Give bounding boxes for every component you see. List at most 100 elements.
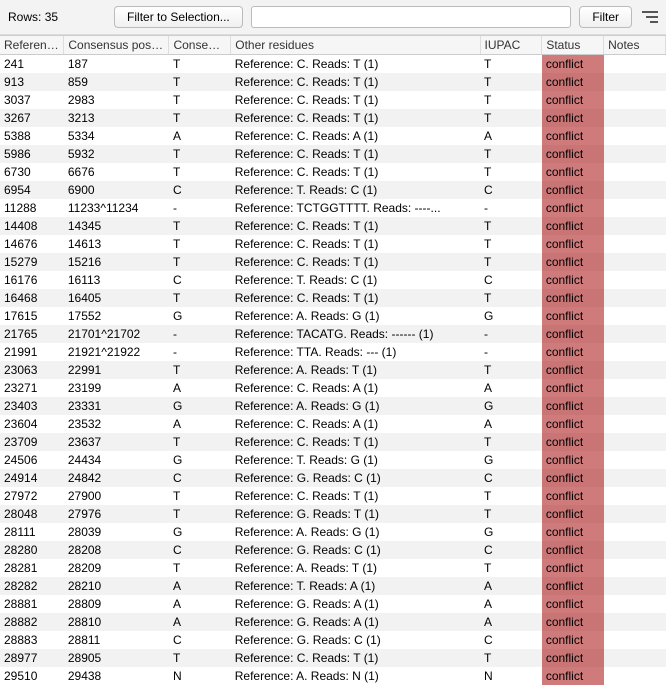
col-other-residues[interactable]: Other residues <box>231 36 480 55</box>
cell-consensus: T <box>169 289 231 307</box>
cell-iupac: C <box>480 541 542 559</box>
table-row[interactable]: 2306322991TReference: A. Reads: T (1)Tco… <box>0 361 666 379</box>
table-row[interactable]: 2360423532AReference: C. Reads: A (1)Aco… <box>0 415 666 433</box>
cell-other-residues: Reference: C. Reads: T (1) <box>231 109 480 127</box>
cell-reference: 3037 <box>0 91 64 109</box>
table-row[interactable]: 1440814345TReference: C. Reads: T (1)Tco… <box>0 217 666 235</box>
table-row[interactable]: 67306676TReference: C. Reads: T (1)Tconf… <box>0 163 666 181</box>
cell-reference: 28111 <box>0 523 64 541</box>
cell-consensus-position: 6676 <box>64 163 169 181</box>
table-row[interactable]: 2897728905TReference: C. Reads: T (1)Tco… <box>0 649 666 667</box>
cell-notes <box>604 181 666 199</box>
cell-reference: 27972 <box>0 487 64 505</box>
cell-consensus: N <box>169 667 231 685</box>
cell-other-residues: Reference: T. Reads: G (1) <box>231 451 480 469</box>
cell-status: conflict <box>542 469 604 487</box>
cell-other-residues: Reference: C. Reads: T (1) <box>231 253 480 271</box>
cell-iupac: T <box>480 253 542 271</box>
cell-consensus: A <box>169 595 231 613</box>
cell-iupac: A <box>480 577 542 595</box>
table-row[interactable]: 2888128809AReference: G. Reads: A (1)Aco… <box>0 595 666 613</box>
table-row[interactable]: 2370923637TReference: C. Reads: T (1)Tco… <box>0 433 666 451</box>
table-row[interactable]: 1467614613TReference: C. Reads: T (1)Tco… <box>0 235 666 253</box>
col-consensus-position[interactable]: Consensus positi... <box>64 36 169 55</box>
table-row[interactable]: 32673213TReference: C. Reads: T (1)Tconf… <box>0 109 666 127</box>
table-row[interactable]: 2828028208CReference: G. Reads: C (1)Cco… <box>0 541 666 559</box>
cell-reference: 14408 <box>0 217 64 235</box>
cell-other-residues: Reference: A. Reads: N (1) <box>231 667 480 685</box>
cell-status: conflict <box>542 289 604 307</box>
col-notes[interactable]: Notes <box>604 36 666 55</box>
cell-other-residues: Reference: C. Reads: T (1) <box>231 487 480 505</box>
table-row[interactable]: 2199121921^21922-Reference: TTA. Reads: … <box>0 343 666 361</box>
table-row[interactable]: 1527915216TReference: C. Reads: T (1)Tco… <box>0 253 666 271</box>
table-row[interactable]: 2804827976TReference: G. Reads: T (1)Tco… <box>0 505 666 523</box>
table-row[interactable]: 2888228810AReference: G. Reads: A (1)Aco… <box>0 613 666 631</box>
table-row[interactable]: 2828128209TReference: A. Reads: T (1)Tco… <box>0 559 666 577</box>
cell-reference: 23709 <box>0 433 64 451</box>
table-row[interactable]: 2888328811CReference: G. Reads: C (1)Cco… <box>0 631 666 649</box>
filter-input[interactable] <box>251 6 572 28</box>
cell-reference: 6730 <box>0 163 64 181</box>
cell-status: conflict <box>542 415 604 433</box>
cell-other-residues: Reference: G. Reads: C (1) <box>231 631 480 649</box>
cell-status: conflict <box>542 55 604 74</box>
cell-consensus-position: 23199 <box>64 379 169 397</box>
cell-status: conflict <box>542 613 604 631</box>
cell-other-residues: Reference: T. Reads: C (1) <box>231 271 480 289</box>
cell-notes <box>604 217 666 235</box>
col-consensus[interactable]: Consens... <box>169 36 231 55</box>
table-row[interactable]: 59865932TReference: C. Reads: T (1)Tconf… <box>0 145 666 163</box>
cell-status: conflict <box>542 595 604 613</box>
cell-other-residues: Reference: A. Reads: G (1) <box>231 307 480 325</box>
cell-other-residues: Reference: C. Reads: T (1) <box>231 217 480 235</box>
table-row[interactable]: 2811128039GReference: A. Reads: G (1)Gco… <box>0 523 666 541</box>
table-row[interactable]: 2828228210AReference: T. Reads: A (1)Aco… <box>0 577 666 595</box>
cell-reference: 913 <box>0 73 64 91</box>
table-row[interactable]: 1128811233^11234-Reference: TCTGGTTTT. R… <box>0 199 666 217</box>
cell-reference: 28882 <box>0 613 64 631</box>
table-row[interactable]: 2951029438NReference: A. Reads: N (1)Nco… <box>0 667 666 685</box>
table-row[interactable]: 53885334AReference: C. Reads: A (1)Aconf… <box>0 127 666 145</box>
col-iupac[interactable]: IUPAC <box>480 36 542 55</box>
table-row[interactable]: 2450624434GReference: T. Reads: G (1)Gco… <box>0 451 666 469</box>
cell-notes <box>604 541 666 559</box>
cell-iupac: T <box>480 361 542 379</box>
table-row[interactable]: 913859TReference: C. Reads: T (1)Tconfli… <box>0 73 666 91</box>
cell-iupac: T <box>480 217 542 235</box>
cell-consensus-position: 28809 <box>64 595 169 613</box>
cell-status: conflict <box>542 73 604 91</box>
filter-button[interactable]: Filter <box>579 6 632 28</box>
cell-iupac: - <box>480 343 542 361</box>
cell-status: conflict <box>542 271 604 289</box>
cell-status: conflict <box>542 433 604 451</box>
table-row[interactable]: 1646816405TReference: C. Reads: T (1)Tco… <box>0 289 666 307</box>
table-row[interactable]: 1617616113CReference: T. Reads: C (1)Cco… <box>0 271 666 289</box>
col-status[interactable]: Status <box>542 36 604 55</box>
options-menu-icon[interactable] <box>640 9 658 25</box>
cell-status: conflict <box>542 343 604 361</box>
cell-other-residues: Reference: C. Reads: A (1) <box>231 415 480 433</box>
table-row[interactable]: 2491424842CReference: G. Reads: C (1)Cco… <box>0 469 666 487</box>
table-row[interactable]: 69546900CReference: T. Reads: C (1)Cconf… <box>0 181 666 199</box>
table-row[interactable]: 2340323331GReference: A. Reads: G (1)Gco… <box>0 397 666 415</box>
table-row[interactable]: 241187TReference: C. Reads: T (1)Tconfli… <box>0 55 666 74</box>
table-row[interactable]: 1761517552GReference: A. Reads: G (1)Gco… <box>0 307 666 325</box>
cell-notes <box>604 649 666 667</box>
cell-consensus-position: 23637 <box>64 433 169 451</box>
cell-iupac: T <box>480 505 542 523</box>
col-reference[interactable]: Referenc... <box>0 36 64 55</box>
table-row[interactable]: 2797227900TReference: C. Reads: T (1)Tco… <box>0 487 666 505</box>
cell-consensus-position: 17552 <box>64 307 169 325</box>
table-row[interactable]: 2176521701^21702-Reference: TACATG. Read… <box>0 325 666 343</box>
table-row[interactable]: 2327123199AReference: C. Reads: A (1)Aco… <box>0 379 666 397</box>
rows-count: 35 <box>45 10 58 24</box>
cell-other-residues: Reference: C. Reads: A (1) <box>231 127 480 145</box>
cell-consensus: T <box>169 649 231 667</box>
cell-reference: 28883 <box>0 631 64 649</box>
cell-consensus-position: 23331 <box>64 397 169 415</box>
table-row[interactable]: 30372983TReference: C. Reads: T (1)Tconf… <box>0 91 666 109</box>
cell-reference: 28280 <box>0 541 64 559</box>
filter-to-selection-button[interactable]: Filter to Selection... <box>114 6 243 28</box>
cell-reference: 21991 <box>0 343 64 361</box>
